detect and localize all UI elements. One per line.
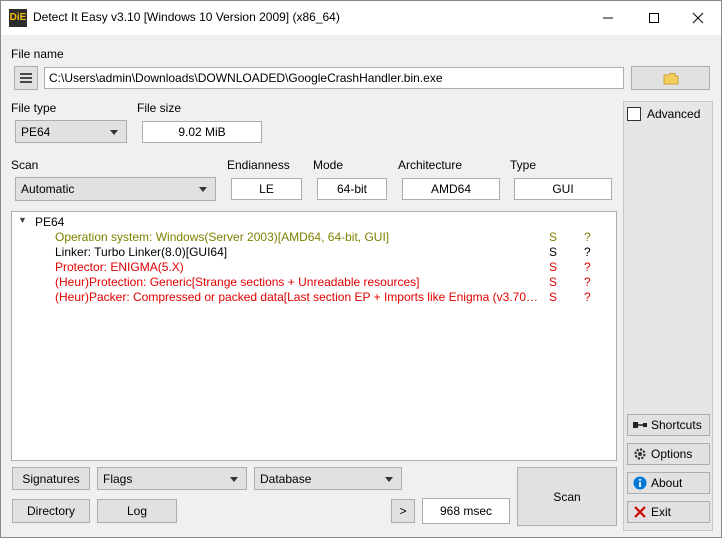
more-button[interactable]: >: [391, 499, 415, 523]
result-signature-flag[interactable]: S: [549, 230, 557, 244]
type-label: Type: [510, 158, 537, 172]
minimize-button[interactable]: [585, 1, 631, 35]
shortcuts-button[interactable]: Shortcuts: [627, 414, 710, 436]
open-file-button[interactable]: [631, 66, 710, 90]
signatures-button[interactable]: Signatures: [12, 467, 90, 490]
shortcuts-icon: [632, 418, 648, 432]
file-menu-button[interactable]: [14, 66, 38, 90]
side-panel: [623, 101, 713, 531]
exit-label: Exit: [651, 505, 672, 519]
tree-root-row[interactable]: ▼ PE64: [12, 215, 616, 230]
gear-icon: [632, 447, 648, 461]
shortcuts-label: Shortcuts: [651, 418, 702, 432]
options-label: Options: [651, 447, 693, 461]
file-name-label: File name: [11, 47, 64, 61]
results-tree[interactable]: ▼ PE64 Operation system: Windows(Server …: [11, 211, 617, 461]
scan-time-display: 968 msec: [422, 498, 510, 524]
database-value: Database: [260, 471, 312, 486]
mode-value: 64-bit: [317, 178, 387, 200]
options-button[interactable]: Options: [627, 443, 710, 465]
result-signature-flag[interactable]: S: [549, 290, 557, 304]
file-type-select[interactable]: PE64: [15, 120, 127, 143]
result-info-flag[interactable]: ?: [584, 245, 591, 259]
type-value: GUI: [514, 178, 612, 200]
info-icon: [632, 476, 648, 490]
result-signature-flag[interactable]: S: [549, 275, 557, 289]
result-row[interactable]: (Heur)Protection: Generic[Strange sectio…: [12, 275, 616, 290]
result-text: (Heur)Protection: Generic[Strange sectio…: [55, 275, 420, 289]
chevron-down-icon: [385, 476, 393, 482]
scan-label: Scan: [11, 158, 39, 172]
scan-mode-value: Automatic: [21, 182, 75, 196]
maximize-button[interactable]: [631, 1, 677, 35]
result-row[interactable]: Linker: Turbo Linker(8.0)[GUI64] S?: [12, 245, 616, 260]
app-icon: DiE: [9, 9, 27, 27]
file-size-label: File size: [137, 101, 182, 115]
exit-button[interactable]: Exit: [627, 501, 710, 523]
result-info-flag[interactable]: ?: [584, 230, 591, 244]
result-text: Operation system: Windows(Server 2003)[A…: [55, 230, 390, 244]
result-info-flag[interactable]: ?: [584, 260, 591, 274]
file-type-value: PE64: [21, 124, 51, 139]
mode-label: Mode: [313, 158, 344, 172]
result-row[interactable]: Operation system: Windows(Server 2003)[A…: [12, 230, 616, 245]
minimize-icon: [603, 17, 613, 19]
result-info-flag[interactable]: ?: [584, 275, 591, 289]
flags-select[interactable]: Flags: [97, 467, 247, 490]
hamburger-icon: [20, 73, 32, 83]
result-row[interactable]: Protector: ENIGMA(5.X) S?: [12, 260, 616, 275]
close-window-button[interactable]: [675, 1, 721, 35]
window-title: Detect It Easy v3.10 [Windows 10 Version…: [33, 10, 340, 24]
endianness-value: LE: [231, 178, 302, 200]
result-info-flag[interactable]: ?: [584, 290, 591, 304]
about-button[interactable]: About: [627, 472, 710, 494]
file-path-field[interactable]: C:\Users\admin\Downloads\DOWNLOADED\Goog…: [44, 67, 624, 89]
directory-button[interactable]: Directory: [12, 499, 90, 523]
chevron-down-icon: [199, 187, 207, 192]
flags-value: Flags: [103, 471, 133, 486]
database-select[interactable]: Database: [254, 467, 402, 490]
file-type-label: File type: [11, 101, 57, 115]
file-size-value: 9.02 MiB: [142, 121, 262, 143]
folder-icon: [663, 72, 678, 84]
close-icon: [692, 12, 704, 24]
result-row[interactable]: (Heur)Packer: Compressed or packed data[…: [12, 290, 616, 305]
about-label: About: [651, 476, 683, 490]
result-signature-flag[interactable]: S: [549, 260, 557, 274]
scan-mode-select[interactable]: Automatic: [15, 177, 216, 201]
result-signature-flag[interactable]: S: [549, 245, 557, 259]
tree-expand-icon[interactable]: ▼: [18, 215, 27, 225]
checkbox-box[interactable]: [627, 107, 641, 121]
advanced-checkbox[interactable]: Advanced: [627, 107, 700, 121]
chevron-down-icon: [110, 129, 118, 135]
title-bar: DiE Detect It Easy v3.10 [Windows 10 Ver…: [1, 1, 721, 35]
maximize-icon: [649, 13, 659, 23]
result-text: Linker: Turbo Linker(8.0)[GUI64]: [55, 245, 228, 259]
advanced-label: Advanced: [647, 107, 701, 121]
endianness-label: Endianness: [227, 158, 290, 172]
result-text: Protector: ENIGMA(5.X): [55, 260, 184, 274]
chevron-down-icon: [230, 476, 238, 482]
result-text: (Heur)Packer: Compressed or packed data[…: [55, 290, 545, 304]
scan-button[interactable]: Scan: [517, 467, 617, 526]
main-window: DiE Detect It Easy v3.10 [Windows 10 Ver…: [0, 0, 722, 538]
architecture-value: AMD64: [402, 178, 500, 200]
tree-root-label: PE64: [35, 215, 65, 229]
exit-x-icon: [632, 505, 648, 519]
log-button[interactable]: Log: [97, 499, 177, 523]
architecture-label: Architecture: [398, 158, 463, 172]
